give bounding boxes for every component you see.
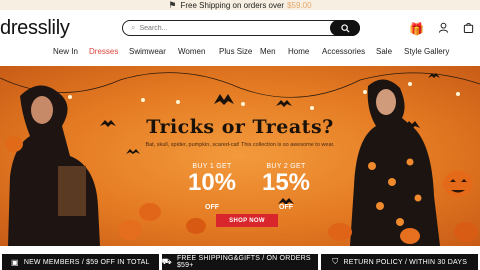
perk-new-members[interactable]: ▣ NEW MEMBERS / $59 OFF IN TOTAL — [2, 254, 159, 270]
offer-off: OFF — [205, 204, 219, 211]
announcement-bar: ⚑ Free Shipping on orders over $59.00 — [0, 0, 480, 10]
model-left — [8, 85, 100, 246]
user-icon[interactable] — [438, 22, 449, 36]
offer-buy1: BUY 1 GET 10% OFF — [182, 163, 242, 214]
nav-men[interactable]: Men — [260, 47, 276, 56]
truck-icon: ⚑ — [168, 0, 177, 10]
banner-subtitle: Bat, skull, spider, pumpkin, scared-cat!… — [145, 142, 335, 148]
perk-free-shipping[interactable]: ⛟ FREE SHIPPING&GIFTS / ON ORDERS $59+ — [161, 254, 319, 270]
nav-plus-size[interactable]: Plus Size — [219, 47, 252, 56]
search-box: ⌕ — [122, 20, 360, 36]
nav-new-in[interactable]: New In — [53, 47, 78, 56]
perk-return-policy[interactable]: ⛉ RETURN POLICY / WITHIN 30 DAYS — [321, 254, 479, 270]
shipping-icon: ⛟ — [161, 257, 172, 266]
search-icon: ⌕ — [131, 23, 136, 32]
perk-label: FREE SHIPPING&GIFTS / ON ORDERS $59+ — [176, 255, 311, 269]
perks-bar: ▣ NEW MEMBERS / $59 OFF IN TOTAL ⛟ FREE … — [0, 254, 480, 270]
site-logo[interactable]: dresslily — [0, 17, 70, 40]
header-actions: 🎁 — [409, 22, 474, 36]
offer-off: OFF — [279, 204, 293, 211]
site-header: dresslily ⌕ 🎁 — [0, 10, 480, 44]
nav-dresses[interactable]: Dresses — [89, 47, 118, 56]
gift-icon[interactable]: 🎁 — [409, 22, 424, 36]
model-right — [350, 79, 440, 246]
nav-sale[interactable]: Sale — [376, 47, 392, 56]
perk-label: NEW MEMBERS / $59 OFF IN TOTAL — [23, 258, 150, 266]
member-icon: ▣ — [11, 257, 19, 267]
halloween-banner[interactable]: Tricks or Treats? Bat, skull, spider, pu… — [0, 66, 480, 246]
offer-buy2: BUY 2 GET 15% OFF — [256, 163, 316, 214]
return-icon: ⛉ — [332, 257, 339, 266]
offer-percent: 10% — [187, 169, 237, 196]
nav-style-gallery[interactable]: Style Gallery — [404, 47, 449, 56]
shop-now-button[interactable]: SHOP NOW — [216, 214, 278, 227]
bag-icon[interactable] — [463, 22, 474, 36]
nav-swimwear[interactable]: Swimwear — [129, 47, 166, 56]
nav-women[interactable]: Women — [178, 47, 205, 56]
search-input[interactable] — [139, 24, 310, 32]
search-button[interactable] — [330, 20, 360, 36]
announcement-amount: $59.00 — [287, 0, 312, 10]
nav-accessories[interactable]: Accessories — [322, 47, 365, 56]
announcement-text: Free Shipping on orders over — [180, 0, 285, 10]
offer-percent: 15% — [261, 169, 311, 196]
nav-home[interactable]: Home — [288, 47, 309, 56]
perk-label: RETURN POLICY / WITHIN 30 DAYS — [343, 258, 468, 266]
banner-headline: Tricks or Treats? — [146, 116, 334, 138]
main-nav: New In Dresses Swimwear Women Plus Size … — [0, 44, 480, 58]
search-icon — [340, 23, 350, 33]
